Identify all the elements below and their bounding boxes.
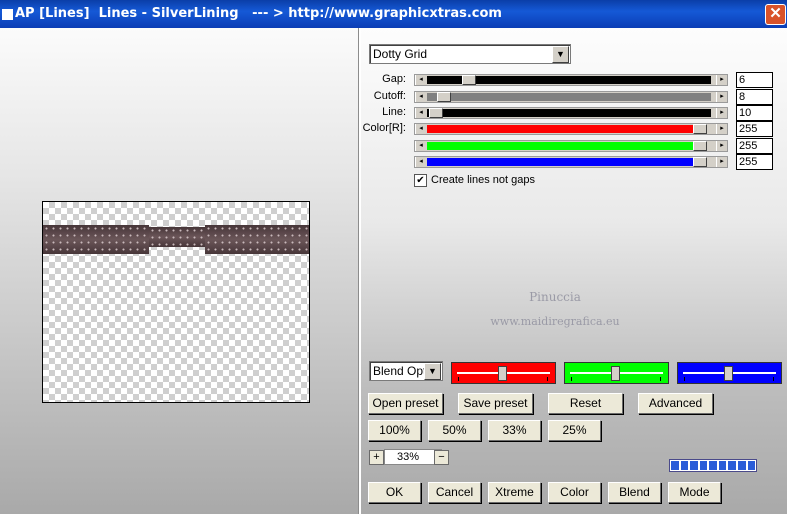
- slider-color-r[interactable]: ◂ ▸: [414, 123, 728, 135]
- progress-indicator: [669, 459, 757, 472]
- advanced-button[interactable]: Advanced: [638, 393, 713, 414]
- blend-slider-thumb[interactable]: [611, 366, 620, 381]
- slider-right-arrow-icon[interactable]: ▸: [716, 92, 727, 102]
- progress-segment: [690, 461, 698, 470]
- window-title: AP [Lines] Lines - SilverLining --- > ht…: [15, 6, 502, 21]
- blend-slider-tick: [458, 377, 459, 381]
- title-bar: AP [Lines] Lines - SilverLining --- > ht…: [0, 0, 787, 28]
- slider-thumb[interactable]: [693, 124, 707, 134]
- blend-options-select[interactable]: Blend Optio ▼: [369, 361, 443, 381]
- slider-label-line: Line:: [382, 106, 406, 118]
- progress-segment: [747, 461, 756, 470]
- progress-segment: [699, 461, 708, 470]
- slider-track: [427, 125, 695, 133]
- slider-track: [427, 93, 711, 101]
- color-button[interactable]: Color: [548, 482, 601, 503]
- watermark-name: Pinuccia: [529, 290, 581, 304]
- slider-thumb[interactable]: [437, 92, 451, 102]
- progress-segment: [680, 461, 689, 470]
- blend-slider-thumb[interactable]: [498, 366, 507, 381]
- progress-segment: [709, 461, 717, 470]
- slider-label-cutoff: Cutoff:: [373, 90, 406, 102]
- zoom-100-button[interactable]: 100%: [368, 420, 421, 441]
- create-lines-checkbox[interactable]: ✔: [414, 174, 427, 187]
- zoom-in-button[interactable]: +: [369, 450, 384, 465]
- slider-track: [427, 158, 695, 166]
- zoom-out-button[interactable]: −: [434, 450, 449, 465]
- blend-button[interactable]: Blend: [608, 482, 661, 503]
- slider-thumb[interactable]: [693, 157, 707, 167]
- blend-slider-thumb[interactable]: [724, 366, 733, 381]
- zoom-33-button[interactable]: 33%: [488, 420, 541, 441]
- progress-segment: [728, 461, 736, 470]
- preview-band-left: [43, 225, 149, 254]
- progress-segment: [718, 461, 727, 470]
- blend-slider-red[interactable]: [451, 362, 556, 384]
- slider-right-arrow-icon[interactable]: ▸: [716, 124, 727, 134]
- slider-left-arrow-icon[interactable]: ◂: [415, 75, 426, 85]
- slider-left-arrow-icon[interactable]: ◂: [415, 108, 426, 118]
- slider-left-arrow-icon[interactable]: ◂: [415, 92, 426, 102]
- blend-slider-tick: [571, 377, 572, 381]
- slider-thumb[interactable]: [462, 75, 476, 85]
- slider-color-b[interactable]: ◂ ▸: [414, 156, 728, 168]
- slider-value-line[interactable]: 10: [736, 105, 773, 121]
- blend-slider-tick: [773, 377, 774, 381]
- window-menu-icon[interactable]: [2, 9, 13, 20]
- ok-button[interactable]: OK: [368, 482, 421, 503]
- preset-select-value: Dotty Grid: [373, 47, 428, 61]
- blend-slider-blue[interactable]: [677, 362, 782, 384]
- slider-left-arrow-icon[interactable]: ◂: [415, 124, 426, 134]
- slider-cutoff[interactable]: ◂ ▸: [414, 91, 728, 103]
- close-button[interactable]: ✕: [765, 4, 786, 25]
- slider-thumb[interactable]: [429, 108, 443, 118]
- slider-value-color-r[interactable]: 255: [736, 121, 773, 137]
- slider-track: [427, 142, 695, 150]
- slider-label-gap: Gap:: [382, 73, 406, 85]
- watermark-url: www.maidiregrafica.eu: [490, 315, 620, 328]
- blend-slider-tick: [660, 377, 661, 381]
- slider-right-arrow-icon[interactable]: ▸: [716, 157, 727, 167]
- blend-slider-tick: [684, 377, 685, 381]
- chevron-down-icon[interactable]: ▼: [552, 46, 569, 63]
- slider-color-g[interactable]: ◂ ▸: [414, 140, 728, 152]
- slider-left-arrow-icon[interactable]: ◂: [415, 141, 426, 151]
- create-lines-label: Create lines not gaps: [431, 174, 535, 186]
- slider-value-color-b[interactable]: 255: [736, 154, 773, 170]
- blend-slider-tick: [547, 377, 548, 381]
- slider-value-cutoff[interactable]: 8: [736, 89, 773, 105]
- blend-slider-green[interactable]: [564, 362, 669, 384]
- slider-value-color-g[interactable]: 255: [736, 138, 773, 154]
- slider-line[interactable]: ◂ ▸: [414, 107, 728, 119]
- progress-segment: [737, 461, 746, 470]
- slider-thumb[interactable]: [693, 141, 707, 151]
- slider-track: [427, 109, 711, 117]
- zoom-50-button[interactable]: 50%: [428, 420, 481, 441]
- save-preset-button[interactable]: Save preset: [458, 393, 533, 414]
- reset-button[interactable]: Reset: [548, 393, 623, 414]
- zoom-25-button[interactable]: 25%: [548, 420, 601, 441]
- slider-label-color-r: Color[R]:: [362, 122, 406, 134]
- chevron-down-icon[interactable]: ▼: [424, 363, 441, 380]
- preview-panel: [0, 28, 358, 514]
- preview-band-right: [205, 225, 309, 254]
- slider-right-arrow-icon[interactable]: ▸: [716, 108, 727, 118]
- mode-button[interactable]: Mode: [668, 482, 721, 503]
- slider-value-gap[interactable]: 6: [736, 72, 773, 88]
- preview-image[interactable]: [42, 201, 310, 403]
- slider-right-arrow-icon[interactable]: ▸: [716, 75, 727, 85]
- cancel-button[interactable]: Cancel: [428, 482, 481, 503]
- xtreme-button[interactable]: Xtreme: [488, 482, 541, 503]
- preset-select[interactable]: Dotty Grid ▼: [369, 44, 571, 64]
- open-preset-button[interactable]: Open preset: [368, 393, 443, 414]
- progress-segment: [671, 461, 679, 470]
- slider-gap[interactable]: ◂ ▸: [414, 74, 728, 86]
- slider-right-arrow-icon[interactable]: ▸: [716, 141, 727, 151]
- preview-band-middle: [149, 227, 205, 247]
- blend-select-value: Blend Optio: [373, 364, 425, 378]
- slider-left-arrow-icon[interactable]: ◂: [415, 157, 426, 167]
